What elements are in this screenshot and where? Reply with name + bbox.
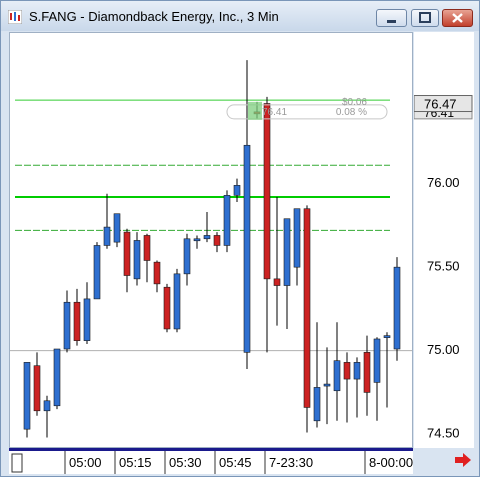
candle-body [223, 195, 231, 246]
window-title: S.FANG - Diamondback Energy, Inc., 3 Min [29, 9, 279, 24]
close-icon [452, 13, 463, 23]
candle-body [203, 235, 211, 240]
candle-body [23, 362, 31, 430]
close-button[interactable] [442, 9, 473, 27]
x-tick-label: 05:00 [69, 455, 102, 470]
x-tick-label: 8-00:00 [369, 455, 413, 470]
candle-body [363, 352, 371, 393]
candle-body [123, 231, 131, 276]
candle-body [243, 144, 251, 353]
y-tick-label: 76.00 [427, 175, 460, 190]
minimize-icon [387, 20, 396, 23]
candle-body [93, 245, 101, 300]
candle-body [323, 383, 331, 387]
candlestick-chart: 76.41$0.060.08 % [10, 60, 412, 438]
candle-body [343, 362, 351, 380]
candle-body [233, 185, 241, 196]
chart-window: S.FANG - Diamondback Energy, Inc., 3 Min… [0, 0, 480, 477]
x-tick-label: 05:45 [219, 455, 252, 470]
x-tick-label: 05:30 [169, 455, 202, 470]
candle-body [43, 400, 51, 412]
candle-body [373, 338, 381, 383]
price-axis-scale: 76.0075.5075.0074.5076.4176.47 [413, 95, 473, 441]
candle-body [153, 261, 161, 285]
candle-body [163, 286, 171, 330]
price-axis[interactable]: 76.00 75.50 75.00 74.50 76.41 76.47 [413, 32, 474, 448]
candle-body [53, 348, 61, 407]
candle-body [113, 213, 121, 243]
y-tick-label: 75.00 [427, 342, 460, 357]
app-chart-icon [8, 10, 22, 24]
candle-body [283, 218, 291, 286]
candle-body [313, 387, 321, 422]
time-scroll-box [11, 453, 23, 473]
x-tick-label: 7-23:30 [269, 455, 313, 470]
candle-body [63, 301, 71, 350]
y-tick-label: 75.50 [427, 259, 460, 274]
candle-body [173, 273, 181, 330]
price-chart-plot[interactable]: 76.41 $0.06 0.08 % [9, 32, 413, 448]
time-axis-scale: 05:00 05:15 05:30 05:45 7-23:30 8-00:00 [11, 451, 413, 474]
order-tag-marker [248, 101, 262, 120]
title-bar[interactable]: S.FANG - Diamondback Energy, Inc., 3 Min [1, 1, 479, 31]
candle-body [183, 238, 191, 275]
candle-body [393, 266, 401, 350]
last-price-label: 76.47 [424, 97, 457, 112]
candle-body [303, 208, 311, 408]
candle-body [383, 335, 391, 338]
order-tag-percent: 0.08 % [336, 107, 367, 118]
order-tag-price: 76.41 [262, 107, 287, 118]
maximize-button[interactable] [411, 9, 439, 27]
candle-body [353, 362, 361, 380]
candle-body [213, 235, 221, 246]
candle-body [83, 298, 91, 341]
candle-body [293, 208, 301, 268]
scroll-right-arrow-icon[interactable] [453, 451, 473, 469]
candle-body [103, 226, 111, 246]
candle-body [143, 235, 151, 261]
minimize-button[interactable] [376, 9, 407, 27]
candle-body [33, 365, 41, 412]
maximize-icon [419, 12, 431, 23]
candle-body [193, 238, 201, 242]
x-tick-label: 05:15 [119, 455, 152, 470]
candle-body [133, 240, 141, 280]
candle-body [73, 301, 81, 341]
candle-body [263, 103, 271, 280]
y-tick-label: 74.50 [427, 426, 460, 441]
candle-body [273, 278, 281, 286]
time-axis[interactable]: 05:00 05:15 05:30 05:45 7-23:30 8-00:00 [9, 448, 413, 474]
candle-body [333, 360, 341, 392]
